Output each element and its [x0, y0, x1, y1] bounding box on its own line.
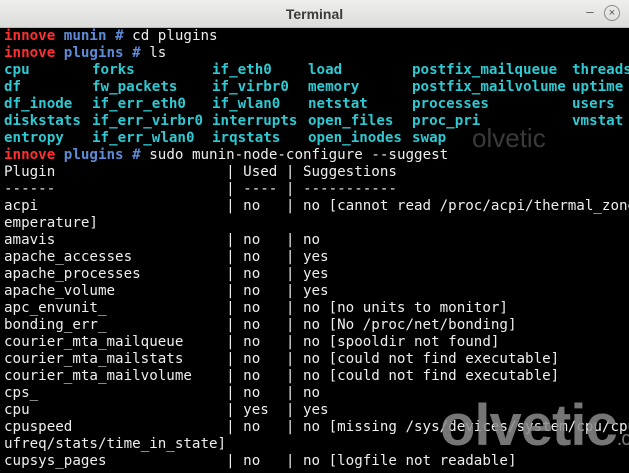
output-line: cpu | yes | yes [4, 402, 329, 418]
output-line: ------ | ---- | ----------- [4, 181, 397, 197]
output-line: apc_envunit_ | no | no [no units to moni… [4, 300, 508, 316]
output-line: bonding_err_ | no | no [No /proc/net/bon… [4, 317, 517, 333]
window-title: Terminal [285, 6, 344, 22]
title-bar: Terminal – × [0, 0, 629, 28]
ls-row: entropy if_err_wlan0 irqstats open_inodes sw… [0, 130, 629, 147]
output-line: apache_processes | no | yes [4, 266, 329, 282]
ls-entry: postfix_mailqueue [412, 62, 558, 78]
ls-entry: load [308, 62, 343, 78]
output-line: amavis | no | no [4, 232, 321, 248]
output-line: Plugin | Used | Suggestions [4, 164, 397, 180]
prompt-symbol: # [132, 147, 141, 163]
ls-entry: fw_packets [92, 79, 178, 95]
ls-entry: threads [572, 62, 629, 78]
ls-entry: postfix_mailvolume [412, 79, 566, 95]
prompt-dir: plugins [63, 45, 124, 61]
prompt-line: innove plugins # sudo munin-node-configu… [4, 147, 448, 164]
ls-entry: if_virbr0 [212, 79, 289, 95]
ls-entry: netstat [308, 96, 368, 112]
minimize-icon[interactable]: – [583, 4, 597, 20]
output-line: apache_accesses | no | yes [4, 249, 329, 265]
ls-entry: vmstat [572, 113, 624, 129]
prompt-line: innove plugins # ls [4, 45, 166, 62]
output-line: cpuspeed | no | no [missing /sys/devices… [4, 419, 629, 435]
prompt-line: innove munin # cd plugins [4, 28, 218, 45]
ls-entry: interrupts [212, 113, 298, 129]
output-line: acpi | no | no [cannot read /proc/acpi/t… [4, 198, 629, 214]
prompt-command: sudo munin-node-configure --suggest [149, 147, 449, 163]
ls-entry: processes [412, 96, 489, 112]
ls-entry: if_eth0 [212, 62, 272, 78]
ls-entry: proc_pri [412, 113, 481, 129]
output-line: courier_mta_mailstats | no | no [could n… [4, 351, 560, 367]
ls-entry: open_files [308, 113, 394, 129]
ls-entry: if_err_eth0 [92, 96, 186, 112]
prompt-user: innove [4, 45, 56, 61]
output-line: courier_mta_mailvolume | no | no [could … [4, 368, 560, 384]
output-line: apache_volume | no | yes [4, 283, 329, 299]
ls-entry: if_wlan0 [212, 96, 281, 112]
terminal-output[interactable]: innove munin # cd plugins innove plugins… [0, 28, 629, 473]
prompt-dir: munin [63, 28, 107, 44]
prompt-command: cd plugins [132, 28, 218, 44]
ls-entry: if_err_virbr0 [92, 113, 204, 129]
ls-entry: uptime [572, 79, 624, 95]
output-line: courier_mta_mailqueue | no | no [spooldi… [4, 334, 500, 350]
prompt-dir: plugins [63, 147, 124, 163]
ls-entry: df [4, 79, 22, 95]
output-line: cupsys_pages | no | no [logfile not read… [4, 453, 517, 469]
ls-row: df_inode if_err_eth0 if_wlan0 netstat proces… [0, 96, 629, 113]
ls-row: diskstats if_err_virbr0 interrupts open_fil… [0, 113, 629, 130]
output-line: emperature] [4, 215, 98, 231]
output-line: cps_ | no | no [4, 385, 321, 401]
ls-entry: open_inodes [308, 130, 402, 146]
ls-entry: cpu [4, 62, 30, 78]
prompt-command: ls [149, 45, 167, 61]
prompt-symbol: # [115, 28, 124, 44]
prompt-symbol: # [132, 45, 141, 61]
ls-entry: swap [412, 130, 447, 146]
ls-entry: memory [308, 79, 360, 95]
close-icon[interactable]: × [604, 5, 620, 21]
ls-entry: irqstats [212, 130, 281, 146]
ls-entry: df_inode [4, 96, 73, 112]
output-line: ufreq/stats/time_in_state] [4, 436, 227, 452]
ls-entry: diskstats [4, 113, 81, 129]
ls-entry: entropy [4, 130, 64, 146]
prompt-user: innove [4, 28, 56, 44]
ls-entry: if_err_wlan0 [92, 130, 195, 146]
ls-row: cpu forks if_eth0 load postfix_mailqueue thre… [0, 62, 629, 79]
ls-entry: forks [92, 62, 135, 78]
ls-entry: users [572, 96, 615, 112]
prompt-user: innove [4, 147, 56, 163]
ls-row: df fw_packets if_virbr0 memory postfix_mailv… [0, 79, 629, 96]
